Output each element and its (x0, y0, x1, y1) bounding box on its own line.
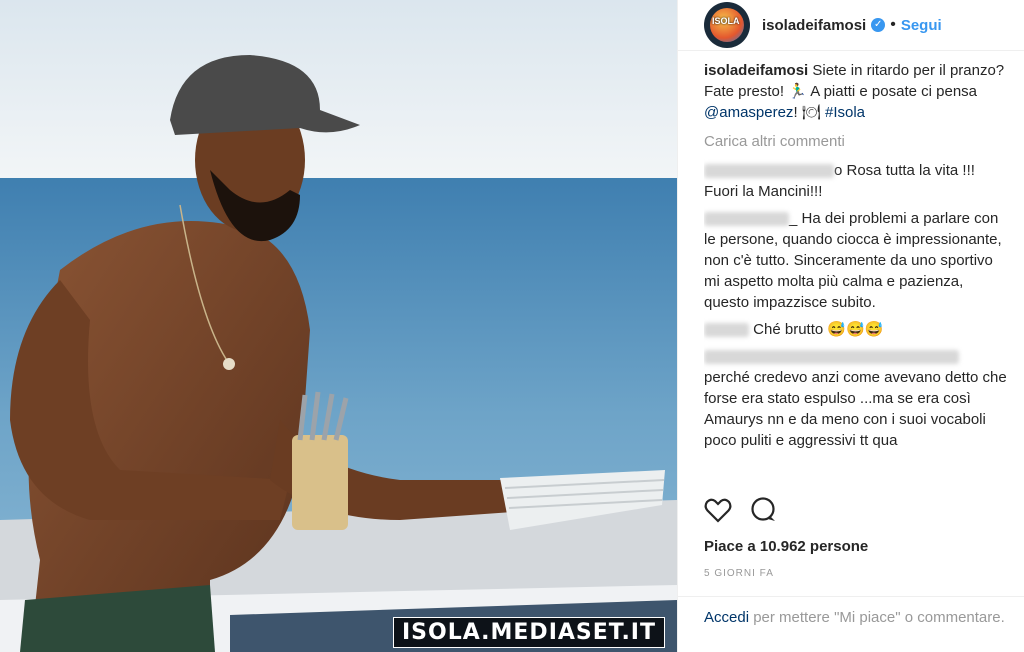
caption-username[interactable]: isoladeifamosi (704, 62, 808, 79)
likes-count[interactable]: Piace a 10.962 persone (704, 538, 868, 555)
comments-list: isoladeifamosi Siete in ritardo per il p… (704, 60, 1008, 490)
post-photo: ISOLA.MEDIASET.IT (0, 0, 677, 652)
caption-mention[interactable]: @amasperez (704, 104, 793, 121)
watermark: ISOLA.MEDIASET.IT (392, 617, 665, 648)
verified-badge-icon: ✓ (871, 18, 886, 32)
login-prompt-text: per mettere "Mi piace" o commentare. (749, 609, 1005, 626)
caption-hashtag[interactable]: #Isola (825, 104, 865, 121)
comment-text: perché credevo anzi come avevano detto c… (704, 369, 1007, 449)
comment: _ Ha dei problemi a parlare con le perso… (704, 208, 1008, 313)
blurred-username (704, 350, 959, 365)
comment: perché credevo anzi come avevano detto c… (704, 346, 1008, 451)
caption-after-mention: ! 🍽 (793, 104, 821, 121)
comment: o Rosa tutta la vita !!! Fuori la Mancin… (704, 160, 1008, 202)
action-bar (704, 497, 778, 528)
comment: Ché brutto 😅😅😅 (704, 319, 1008, 340)
blurred-username (704, 164, 834, 179)
header-username[interactable]: isoladeifamosi (762, 17, 866, 34)
follow-button[interactable]: Segui (901, 17, 942, 34)
blurred-username (704, 323, 749, 338)
header-separator: • (890, 16, 896, 33)
avatar[interactable]: ISOLA (704, 2, 750, 48)
heart-icon[interactable] (704, 497, 732, 528)
photo-illustration (0, 0, 677, 652)
post-date: 5 GIORNI FA (704, 568, 774, 579)
post-sidebar: ISOLA isoladeifamosi ✓ • Segui isoladeif… (677, 0, 1024, 652)
login-link[interactable]: Accedi (704, 609, 749, 626)
comment-icon[interactable] (750, 497, 778, 528)
comment-text: Ché brutto 😅😅😅 (753, 321, 884, 338)
avatar-logo-text: ISOLA (712, 16, 740, 26)
load-more-comments-button[interactable]: Carica altri commenti (704, 131, 1008, 152)
blurred-username (704, 212, 789, 227)
post-header: ISOLA isoladeifamosi ✓ • Segui (678, 0, 1024, 51)
caption: isoladeifamosi Siete in ritardo per il p… (704, 60, 1008, 123)
login-prompt: Accedi per mettere "Mi piace" o commenta… (678, 596, 1024, 628)
